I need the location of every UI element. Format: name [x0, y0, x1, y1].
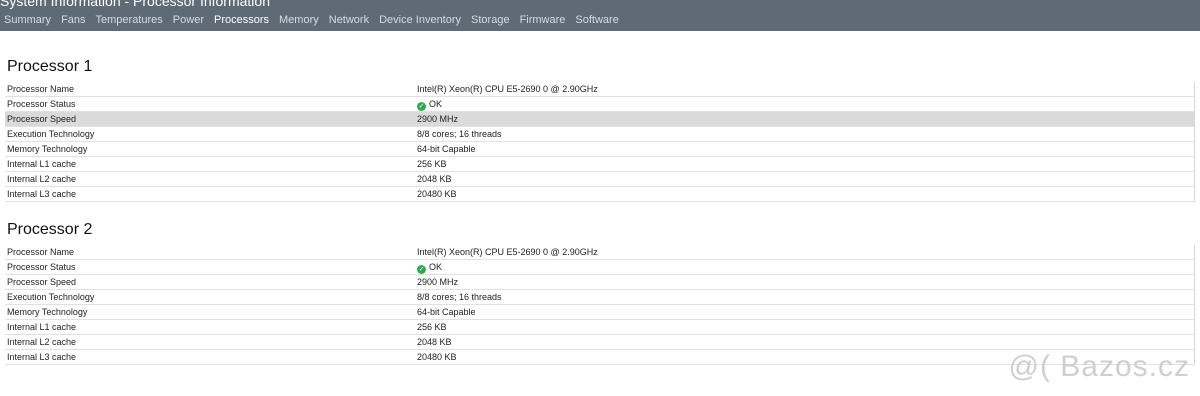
tab-power[interactable]: Power: [168, 13, 209, 31]
row-label: Internal L1 cache: [7, 322, 77, 332]
row-label: Processor Speed: [7, 114, 77, 124]
table-row: Execution Technology 8/8 cores; 16 thread…: [5, 127, 1194, 142]
row-value: 256 KB: [417, 159, 447, 169]
row-label: Internal L2 cache: [7, 174, 77, 184]
row-label: Processor Status: [7, 99, 76, 109]
tab-bar: Summary Fans Temperatures Power Processo…: [0, 13, 624, 31]
table-row: Processor Status ✓ OK: [5, 97, 1194, 112]
processor-1-title: Processor 1: [7, 58, 93, 75]
row-value: 2048 KB: [417, 174, 452, 184]
check-circle-icon: ✓: [417, 265, 426, 274]
row-label: Memory Technology: [7, 144, 88, 154]
processor-2-title: Processor 2: [7, 221, 93, 238]
status-text: OK: [429, 99, 443, 109]
table-row: Processor Name Intel(R) Xeon(R) CPU E5-26…: [5, 82, 1194, 97]
table-row: Memory Technology 64-bit Capable: [5, 142, 1194, 157]
row-label: Internal L2 cache: [7, 337, 77, 347]
row-value: 256 KB: [417, 322, 447, 332]
table-row: Internal L2 cache 2048 KB: [5, 172, 1194, 187]
title-bar: System Information - Processor Informati…: [0, 0, 1200, 31]
table-row: Internal L3 cache 20480 KB: [5, 187, 1194, 202]
table-row: Processor Name Intel(R) Xeon(R) CPU E5-26…: [5, 245, 1194, 260]
table-row: Internal L1 cache 256 KB: [5, 157, 1194, 172]
tab-temperatures[interactable]: Temperatures: [91, 13, 168, 31]
row-label: Processor Status: [7, 262, 76, 272]
row-label: Execution Technology: [7, 292, 95, 302]
row-value: 8/8 cores; 16 threads: [417, 129, 502, 139]
tab-summary[interactable]: Summary: [0, 13, 56, 31]
processor-2-table: Processor Name Intel(R) Xeon(R) CPU E5-26…: [5, 245, 1195, 365]
table-row: Internal L2 cache 2048 KB: [5, 335, 1194, 350]
row-label: Internal L3 cache: [7, 189, 77, 199]
table-row: Processor Status ✓ OK: [5, 260, 1194, 275]
check-circle-icon: ✓: [417, 102, 426, 111]
row-label: Internal L3 cache: [7, 352, 77, 362]
row-value: 2900 MHz: [417, 114, 459, 124]
row-label: Processor Name: [7, 247, 75, 257]
table-row: Execution Technology 8/8 cores; 16 thread…: [5, 290, 1194, 305]
row-value: Intel(R) Xeon(R) CPU E5-2690 0 @ 2.90GHz: [417, 84, 598, 94]
table-row: Processor Speed 2900 MHz: [5, 112, 1194, 127]
row-value: 2048 KB: [417, 337, 452, 347]
row-value: 20480 KB: [417, 189, 457, 199]
status-text: OK: [429, 262, 443, 272]
watermark: @( Bazos.cz: [1008, 350, 1190, 383]
tab-network[interactable]: Network: [324, 13, 374, 31]
row-value: ✓ OK: [417, 97, 442, 111]
row-value: 20480 KB: [417, 352, 457, 362]
row-value: 2900 MHz: [417, 277, 459, 287]
row-value: 8/8 cores; 16 threads: [417, 292, 502, 302]
tab-storage[interactable]: Storage: [466, 13, 515, 31]
row-label: Memory Technology: [7, 307, 88, 317]
tab-device-inventory[interactable]: Device Inventory: [374, 13, 466, 31]
row-label: Processor Name: [7, 84, 75, 94]
tab-processors[interactable]: Processors: [209, 13, 274, 31]
row-value: 64-bit Capable: [417, 144, 476, 154]
processor-1-table: Processor Name Intel(R) Xeon(R) CPU E5-26…: [5, 82, 1195, 202]
row-label: Execution Technology: [7, 129, 95, 139]
table-row: Internal L1 cache 256 KB: [5, 320, 1194, 335]
row-label: Internal L1 cache: [7, 159, 77, 169]
table-row: Processor Speed 2900 MHz: [5, 275, 1194, 290]
window-title: System Information - Processor Informati…: [0, 0, 270, 9]
tab-memory[interactable]: Memory: [274, 13, 324, 31]
row-value: ✓ OK: [417, 260, 442, 274]
row-value: Intel(R) Xeon(R) CPU E5-2690 0 @ 2.90GHz: [417, 247, 598, 257]
tab-firmware[interactable]: Firmware: [515, 13, 571, 31]
tab-fans[interactable]: Fans: [56, 13, 90, 31]
row-value: 64-bit Capable: [417, 307, 476, 317]
tab-software[interactable]: Software: [570, 13, 623, 31]
table-row: Memory Technology 64-bit Capable: [5, 305, 1194, 320]
row-label: Processor Speed: [7, 277, 77, 287]
